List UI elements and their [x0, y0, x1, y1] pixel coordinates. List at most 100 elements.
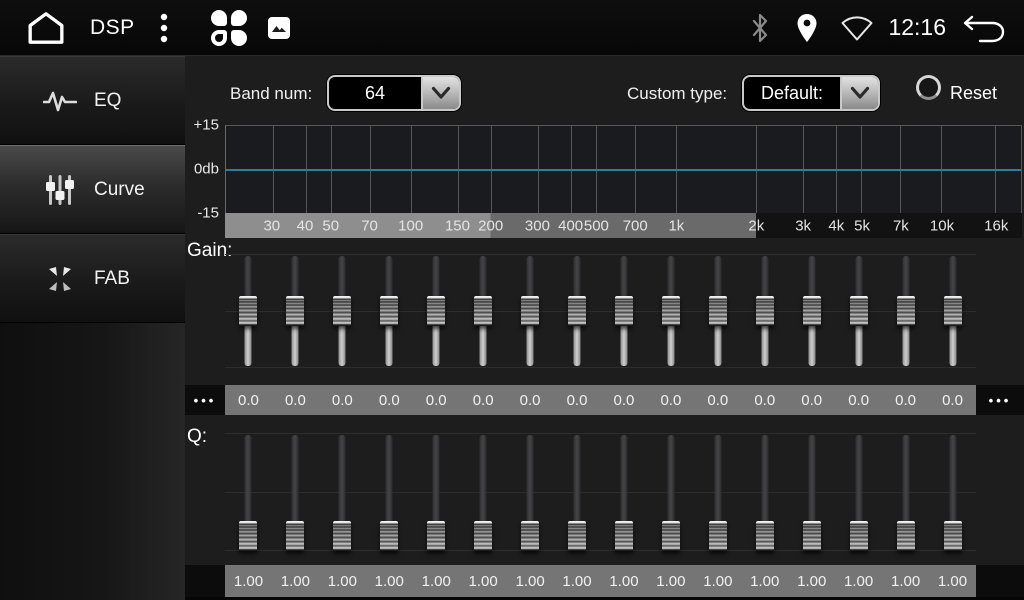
sidebar-item-label: EQ — [94, 90, 121, 112]
band-slider[interactable] — [272, 254, 319, 368]
band-slider[interactable] — [882, 433, 929, 551]
slider-thumb[interactable] — [568, 296, 586, 326]
q-values-row: 1.001.001.001.001.001.001.001.001.001.00… — [185, 565, 1024, 597]
band-slider[interactable] — [929, 433, 976, 551]
band-value: 0.0 — [788, 385, 835, 415]
sidebar-item-label: Curve — [94, 179, 145, 201]
sidebar-item-eq[interactable]: EQ — [0, 56, 185, 145]
slider-thumb[interactable] — [803, 521, 821, 551]
slider-thumb[interactable] — [756, 296, 774, 326]
slider-thumb[interactable] — [662, 296, 680, 326]
slider-thumb[interactable] — [521, 521, 539, 551]
slider-thumb[interactable] — [380, 296, 398, 326]
band-slider[interactable] — [694, 433, 741, 551]
band-slider[interactable] — [366, 254, 413, 368]
slider-thumb[interactable] — [709, 296, 727, 326]
kebab-menu-icon[interactable] — [157, 12, 171, 44]
custom-type-dropdown[interactable]: Default: — [742, 75, 880, 111]
y-axis-label: +15 — [194, 117, 219, 134]
band-slider[interactable] — [741, 254, 788, 368]
apps-clover-icon[interactable] — [211, 10, 247, 46]
band-slider[interactable] — [835, 254, 882, 368]
band-value: 1.00 — [882, 565, 929, 597]
slider-thumb[interactable] — [944, 521, 962, 551]
band-slider[interactable] — [225, 254, 272, 368]
slider-thumb[interactable] — [897, 521, 915, 551]
home-icon[interactable] — [26, 11, 66, 45]
band-slider[interactable] — [788, 433, 835, 551]
slider-thumb[interactable] — [427, 521, 445, 551]
band-slider[interactable] — [647, 254, 694, 368]
slider-thumb[interactable] — [615, 296, 633, 326]
band-slider[interactable] — [601, 433, 648, 551]
band-slider[interactable] — [507, 433, 554, 551]
slider-thumb[interactable] — [756, 521, 774, 551]
band-value: 1.00 — [366, 565, 413, 597]
slider-thumb[interactable] — [333, 521, 351, 551]
slider-thumb[interactable] — [897, 296, 915, 326]
reset-radio[interactable] — [916, 75, 941, 100]
slider-thumb[interactable] — [239, 521, 257, 551]
band-slider[interactable] — [882, 254, 929, 368]
slider-thumb[interactable] — [568, 521, 586, 551]
slider-thumb[interactable] — [944, 296, 962, 326]
band-slider[interactable] — [507, 254, 554, 368]
band-slider[interactable] — [225, 433, 272, 551]
band-slider[interactable] — [554, 254, 601, 368]
location-icon — [796, 13, 818, 43]
band-slider[interactable] — [601, 254, 648, 368]
slider-thumb[interactable] — [521, 296, 539, 326]
band-slider[interactable] — [835, 433, 882, 551]
band-slider[interactable] — [319, 254, 366, 368]
band-slider[interactable] — [554, 433, 601, 551]
band-slider[interactable] — [319, 433, 366, 551]
slider-thumb[interactable] — [850, 296, 868, 326]
chevron-down-icon[interactable] — [840, 77, 878, 109]
scroll-left-button[interactable]: ••• — [185, 385, 225, 415]
band-slider[interactable] — [647, 433, 694, 551]
sidebar-item-curve[interactable]: Curve — [0, 145, 185, 234]
slider-thumb[interactable] — [380, 521, 398, 551]
back-icon[interactable] — [962, 12, 1006, 44]
band-slider[interactable] — [413, 254, 460, 368]
band-num-dropdown[interactable]: 64 — [327, 75, 461, 111]
scroll-right-button — [976, 565, 1024, 597]
band-value: 1.00 — [647, 565, 694, 597]
band-slider[interactable] — [788, 254, 835, 368]
slider-thumb[interactable] — [615, 521, 633, 551]
band-value: 1.00 — [225, 565, 272, 597]
slider-thumb[interactable] — [662, 521, 680, 551]
band-value: 0.0 — [225, 385, 272, 415]
band-slider[interactable] — [929, 254, 976, 368]
slider-thumb[interactable] — [474, 296, 492, 326]
scroll-right-button[interactable]: ••• — [976, 385, 1024, 415]
band-value: 1.00 — [554, 565, 601, 597]
band-value: 0.0 — [366, 385, 413, 415]
band-slider[interactable] — [366, 433, 413, 551]
slider-thumb[interactable] — [850, 521, 868, 551]
band-slider[interactable] — [741, 433, 788, 551]
slider-thumb[interactable] — [286, 296, 304, 326]
freq-tick-label: 5k — [854, 217, 870, 234]
band-value: 0.0 — [554, 385, 601, 415]
band-slider[interactable] — [460, 433, 507, 551]
band-slider[interactable] — [272, 433, 319, 551]
slider-thumb[interactable] — [333, 296, 351, 326]
band-slider[interactable] — [460, 254, 507, 368]
slider-thumb[interactable] — [709, 521, 727, 551]
sidebar-item-fab[interactable]: FAB — [0, 234, 185, 323]
photo-icon[interactable] — [267, 16, 291, 40]
band-slider[interactable] — [413, 433, 460, 551]
band-value: 1.00 — [741, 565, 788, 597]
band-slider[interactable] — [694, 254, 741, 368]
slider-thumb[interactable] — [803, 296, 821, 326]
chevron-down-icon[interactable] — [421, 77, 459, 109]
slider-thumb[interactable] — [474, 521, 492, 551]
q-sliders — [225, 433, 976, 551]
band-value: 0.0 — [507, 385, 554, 415]
slider-thumb[interactable] — [286, 521, 304, 551]
slider-thumb[interactable] — [239, 296, 257, 326]
slider-thumb[interactable] — [427, 296, 445, 326]
y-axis-label: 0db — [194, 161, 219, 178]
sidebar-item-label: FAB — [94, 268, 130, 290]
